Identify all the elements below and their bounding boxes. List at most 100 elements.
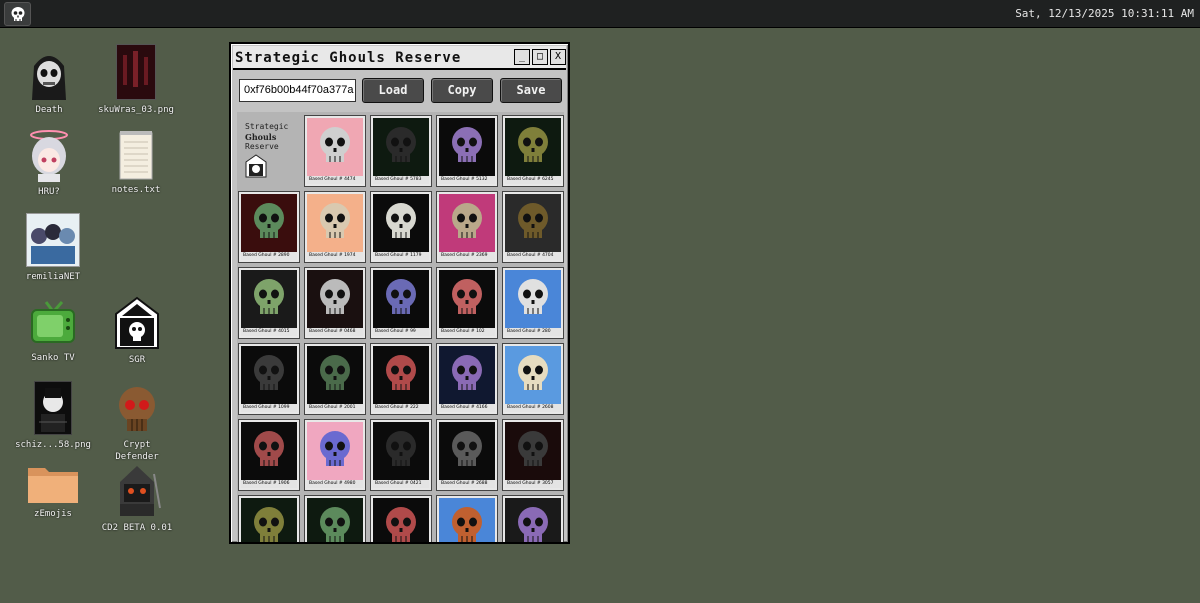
logo-line-3: Reserve: [245, 142, 279, 151]
ghoul-skull-icon: [307, 498, 363, 542]
desktop-icon-label: notes.txt: [111, 185, 161, 195]
ghoul-card[interactable]: Based Ghoul # 99: [370, 267, 432, 339]
window-title: Strategic Ghouls Reserve: [235, 50, 462, 66]
ghoul-card[interactable]: Based Ghoul # 4704: [502, 191, 564, 263]
helmet-warrior-icon: [112, 464, 162, 518]
ghoul-card[interactable]: Based Ghoul # 4015: [238, 267, 300, 339]
ghoul-card[interactable]: [370, 495, 432, 542]
ghoul-skull-icon: [241, 422, 297, 480]
wallet-address-input[interactable]: 0xf76b00b44f70a377a: [239, 79, 356, 102]
desktop-icon-schiz-png[interactable]: schiz...58.png: [13, 381, 93, 451]
desktop-icon-hru[interactable]: HRU?: [9, 128, 89, 198]
ghoul-card[interactable]: Based Ghoul # 280: [502, 267, 564, 339]
close-button[interactable]: X: [550, 49, 566, 65]
image-file-icon: [116, 44, 156, 100]
ghoul-skull-icon: [307, 194, 363, 252]
desktop-icon-label: SGR: [128, 355, 146, 365]
ghoul-card[interactable]: Based Ghoul # 2608: [502, 343, 564, 415]
desktop-icon-crypt-defender[interactable]: Crypt Defender: [97, 383, 177, 463]
ghoul-card[interactable]: Based Ghoul # 102: [436, 267, 498, 339]
ghoul-skull-icon: [373, 118, 429, 176]
ghoul-skull-icon: [439, 194, 495, 252]
minimize-icon: _: [518, 51, 526, 62]
desktop-icon-zemojis[interactable]: zEmojis: [13, 464, 93, 520]
desktop-icon-cd2-beta[interactable]: CD2 BETA 0.01: [97, 464, 177, 534]
ghoul-card[interactable]: Based Ghoul # 2001: [304, 343, 366, 415]
ghoul-caption: Based Ghoul # 0468: [307, 328, 363, 336]
temple-skull-icon: [245, 154, 267, 178]
ghoul-card[interactable]: Based Ghoul # 222: [370, 343, 432, 415]
ghoul-card[interactable]: Based Ghoul # 4474: [304, 115, 366, 187]
sgr-logo: Strategic Ghouls Reserve: [245, 122, 305, 181]
ghoul-skull-icon: [505, 346, 561, 404]
ghoul-card[interactable]: Based Ghoul # 4980: [304, 419, 366, 491]
ghoul-skull-icon: [505, 194, 561, 252]
ghoul-skull-icon: [241, 194, 297, 252]
clock: Sat, 12/13/2025 10:31:11 AM: [1015, 7, 1194, 20]
ghoul-caption: Based Ghoul # 2890: [241, 252, 297, 260]
desktop-icon-label: zEmojis: [34, 509, 72, 519]
window-titlebar[interactable]: Strategic Ghouls Reserve _ □ X: [233, 46, 566, 70]
ghoul-skull-icon: [307, 118, 363, 176]
ghoul-caption: Based Ghoul # 0421: [373, 480, 429, 488]
ghoul-card[interactable]: [304, 495, 366, 542]
ghoul-caption: Based Ghoul # 280: [505, 328, 561, 336]
ghoul-card[interactable]: [238, 495, 300, 542]
ghoul-skull-icon: [373, 346, 429, 404]
ghoul-caption: Based Ghoul # 6245: [505, 176, 561, 184]
ghoul-card[interactable]: Based Ghoul # 1974: [304, 191, 366, 263]
ghoul-card[interactable]: Based Ghoul # 0421: [370, 419, 432, 491]
ghoul-card[interactable]: Based Ghoul # 1906: [238, 419, 300, 491]
desktop-icon-notes-txt[interactable]: notes.txt: [96, 130, 176, 196]
ghoul-skull-icon: [373, 422, 429, 480]
desktop-icon-sgr[interactable]: SGR: [97, 296, 177, 366]
ghoul-card[interactable]: Based Ghoul # 0468: [304, 267, 366, 339]
ghoul-caption: Based Ghoul # 4704: [505, 252, 561, 260]
ghoul-caption: Based Ghoul # 5132: [439, 176, 495, 184]
ghoul-caption: Based Ghoul # 4166: [439, 404, 495, 412]
desktop-icon-label: Death: [35, 105, 63, 115]
maximize-button[interactable]: □: [532, 49, 548, 65]
ghoul-skull-icon: [505, 118, 561, 176]
group-photo-icon: [26, 213, 80, 267]
ghoul-skull-icon: [373, 270, 429, 328]
ghoul-card[interactable]: Based Ghoul # 2369: [436, 191, 498, 263]
desktop-icon-label: HRU?: [38, 187, 60, 197]
ghoul-card[interactable]: [502, 495, 564, 542]
ghoul-skull-icon: [439, 118, 495, 176]
ghoul-skull-icon: [439, 498, 495, 542]
ghoul-card[interactable]: Based Ghoul # 6245: [502, 115, 564, 187]
minimize-button[interactable]: _: [514, 49, 530, 65]
ghoul-card[interactable]: Based Ghoul # 1099: [238, 343, 300, 415]
ghoul-skull-icon: [373, 498, 429, 542]
copy-button[interactable]: Copy: [431, 78, 493, 103]
ghoul-card[interactable]: Based Ghoul # 5783: [370, 115, 432, 187]
start-button[interactable]: [4, 2, 31, 26]
ghoul-skull-icon: [241, 270, 297, 328]
desktop-icon-label: remiliaNET: [25, 272, 81, 282]
ghoul-caption: Based Ghoul # 2608: [505, 404, 561, 412]
ghoul-card[interactable]: Based Ghoul # 2688: [436, 419, 498, 491]
red-eyed-skull-icon: [114, 383, 160, 435]
ghoul-card[interactable]: Based Ghoul # 5132: [436, 115, 498, 187]
desktop-icon-remilianet[interactable]: remiliaNET: [13, 213, 93, 283]
ghoul-caption: Based Ghoul # 4474: [307, 176, 363, 184]
ghoul-skull-icon: [307, 422, 363, 480]
save-button[interactable]: Save: [500, 78, 562, 103]
folder-icon: [27, 464, 79, 504]
ghoul-card[interactable]: Based Ghoul # 2890: [238, 191, 300, 263]
ghoul-card[interactable]: Based Ghoul # 4166: [436, 343, 498, 415]
ghoul-gallery: Strategic Ghouls Reserve Based Ghoul # 4…: [237, 112, 564, 542]
desktop-icon-label: Crypt Defender: [115, 440, 159, 462]
desktop-icon-label: schiz...58.png: [15, 440, 91, 450]
ghoul-caption: Based Ghoul # 1974: [307, 252, 363, 260]
desktop-icon-skuwras-png[interactable]: skuWras_03.png: [96, 44, 176, 116]
desktop-icon-death[interactable]: Death: [9, 46, 89, 116]
ghoul-caption: Based Ghoul # 1906: [241, 480, 297, 488]
ghoul-card[interactable]: [436, 495, 498, 542]
ghoul-caption: Based Ghoul # 1099: [241, 404, 297, 412]
ghoul-card[interactable]: Based Ghoul # 1179: [370, 191, 432, 263]
desktop-icon-sanko-tv[interactable]: Sanko TV: [13, 298, 93, 364]
ghoul-card[interactable]: Based Ghoul # 3057: [502, 419, 564, 491]
load-button[interactable]: Load: [362, 78, 424, 103]
